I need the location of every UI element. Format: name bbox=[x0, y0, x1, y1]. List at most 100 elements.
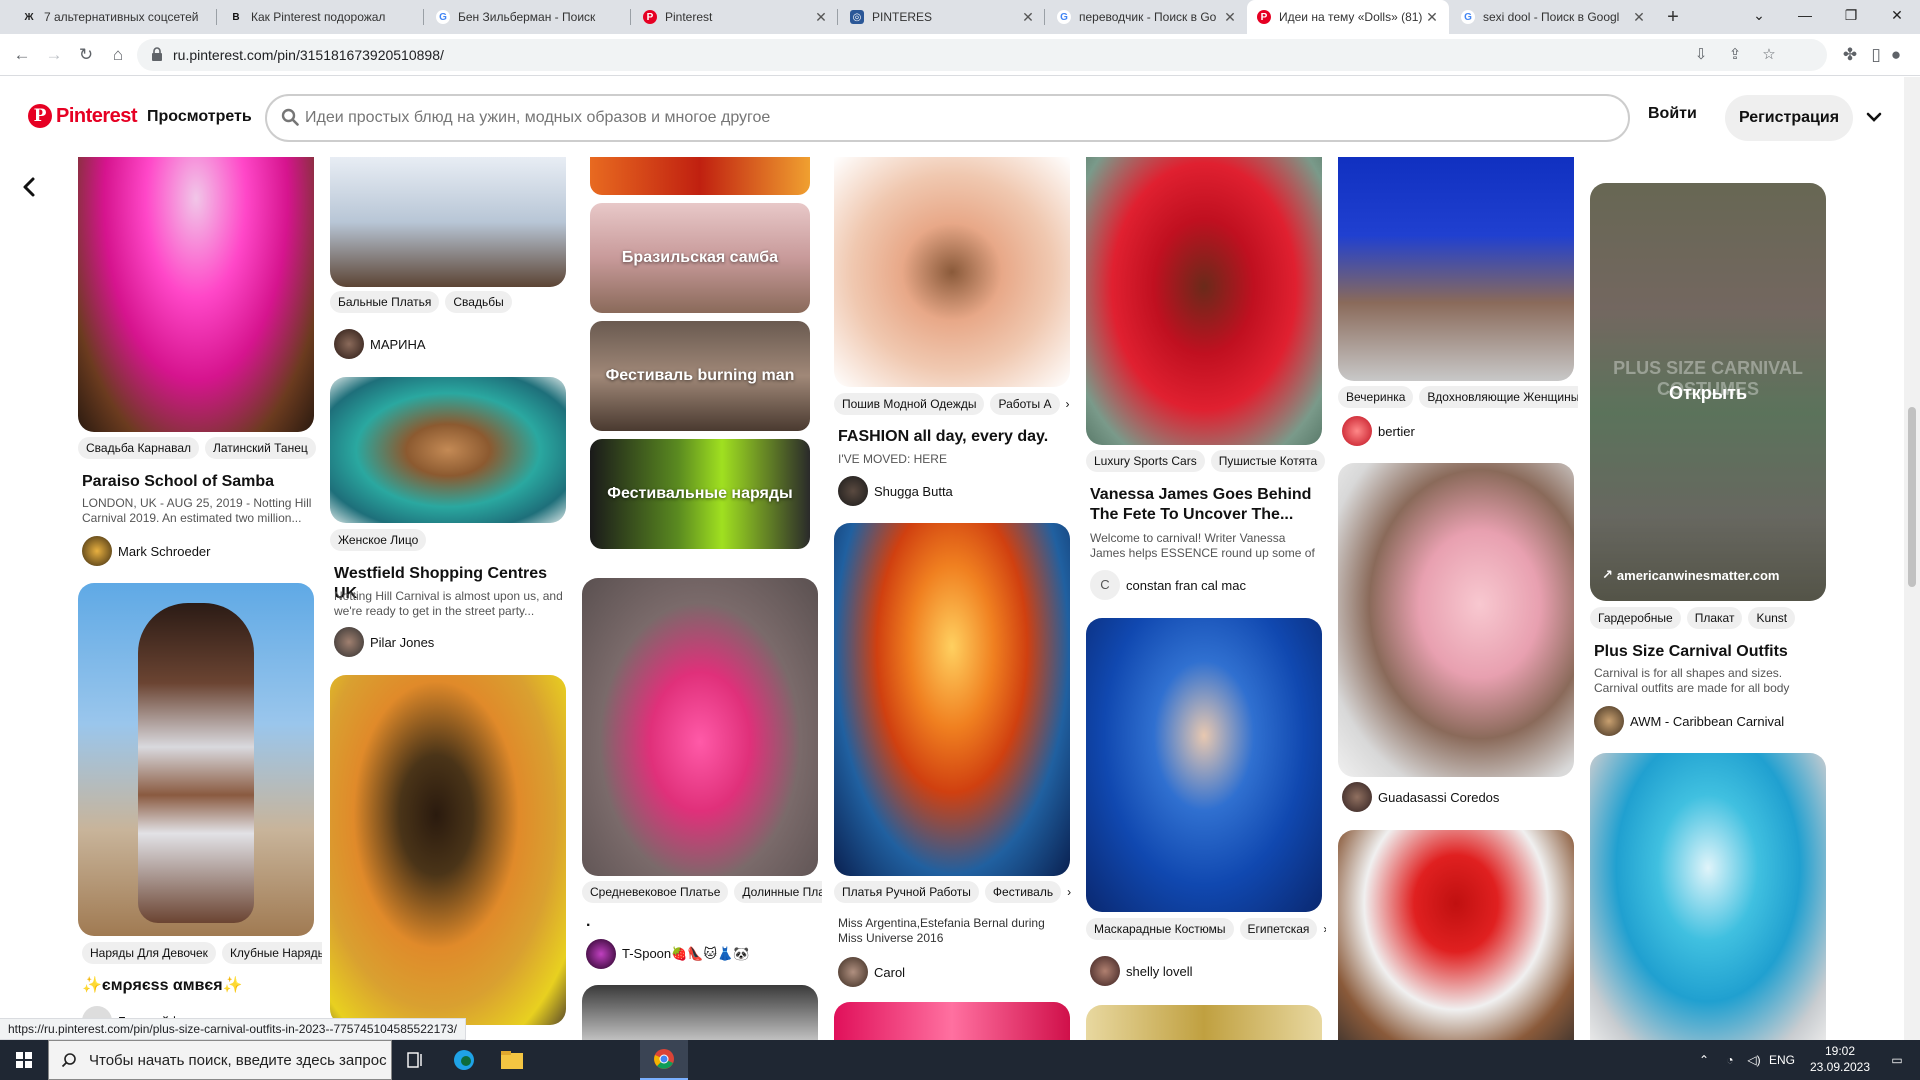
tag-chip[interactable]: Средневековое Платье bbox=[582, 881, 729, 903]
pin-title[interactable]: . bbox=[586, 912, 816, 932]
lock-icon[interactable] bbox=[151, 47, 163, 61]
pin-author[interactable]: Pilar Jones bbox=[334, 627, 434, 657]
tag-chip[interactable]: Маскарадные Костюмы bbox=[1086, 918, 1234, 940]
signup-button[interactable]: Регистрация bbox=[1725, 95, 1853, 141]
tag-chip[interactable]: Гардеробные bbox=[1590, 607, 1681, 629]
address-bar[interactable]: ru.pinterest.com/pin/315181673920510898/… bbox=[137, 39, 1827, 71]
pin-image[interactable] bbox=[1590, 753, 1826, 1040]
extensions-icon[interactable]: ✤ bbox=[1836, 41, 1864, 69]
pin-image[interactable] bbox=[582, 985, 818, 1040]
tag-scroll-icon[interactable]: › bbox=[1066, 397, 1070, 411]
search-input[interactable] bbox=[305, 105, 1605, 131]
tag-chip[interactable]: Kunst bbox=[1748, 607, 1796, 629]
pin-author[interactable]: C constan fran cal mac bbox=[1090, 570, 1246, 600]
pin-image-hovered[interactable]: PLUS SIZE CARNIVAL COSTUMES Открыть ↗ am… bbox=[1590, 183, 1826, 601]
open-pin-button[interactable]: Открыть bbox=[1590, 383, 1826, 404]
pin-author[interactable]: shelly lovell bbox=[1090, 956, 1192, 986]
browser-tab-5[interactable]: ◎ PINTERES ✕ bbox=[840, 0, 1045, 34]
pin-image[interactable] bbox=[1338, 830, 1574, 1040]
idea-image[interactable] bbox=[590, 157, 810, 195]
close-window-button[interactable]: ✕ bbox=[1874, 0, 1920, 34]
browser-tab-2[interactable]: B Как Pinterest подорожал bbox=[219, 0, 424, 34]
tag-chip[interactable]: Вдохновляющие Женщины bbox=[1419, 386, 1578, 408]
tag-scroll-icon[interactable]: › bbox=[1067, 885, 1071, 899]
tag-chip[interactable]: Плакат bbox=[1686, 607, 1743, 629]
pin-author[interactable]: Guadasassi Coredos bbox=[1342, 782, 1499, 812]
network-icon[interactable]: ◔ bbox=[1718, 1040, 1742, 1080]
pin-image[interactable] bbox=[78, 583, 314, 936]
pin-image[interactable] bbox=[330, 157, 566, 287]
share-icon[interactable]: ⇪ bbox=[1725, 45, 1745, 65]
pin-title[interactable]: FASHION all day, every day. bbox=[838, 427, 1068, 447]
bookmark-star-icon[interactable]: ☆ bbox=[1759, 45, 1779, 65]
tab-search-icon[interactable]: ⌄ bbox=[1736, 0, 1782, 34]
tab-close-icon[interactable]: ✕ bbox=[1423, 9, 1441, 26]
pin-title[interactable]: Plus Size Carnival Outfits bbox=[1594, 642, 1824, 662]
tag-chip[interactable]: Фестиваль bbox=[984, 881, 1062, 903]
tag-chip[interactable]: Свадьба Карнавал bbox=[78, 437, 199, 459]
tab-close-icon[interactable]: ✕ bbox=[1630, 9, 1648, 26]
taskbar-clock[interactable]: 19:02 23.09.2023 bbox=[1800, 1043, 1880, 1075]
pin-image[interactable] bbox=[1338, 463, 1574, 777]
browser-tab-4[interactable]: P Pinterest ✕ bbox=[633, 0, 838, 34]
search-box[interactable] bbox=[265, 94, 1630, 142]
tag-chip[interactable]: Пошив Модной Одежды bbox=[834, 393, 985, 415]
pin-image[interactable] bbox=[1086, 1005, 1322, 1040]
tag-chip[interactable]: Латинский Танец bbox=[205, 437, 316, 459]
tag-chip[interactable]: Luxury Sports Cars bbox=[1086, 450, 1205, 472]
language-indicator[interactable]: ENG bbox=[1766, 1040, 1798, 1080]
pin-author[interactable]: Carol bbox=[838, 957, 905, 987]
pin-image[interactable] bbox=[834, 1002, 1070, 1040]
tag-chip[interactable]: Пушистые Котята bbox=[1210, 450, 1326, 472]
tag-scroll-icon[interactable]: › bbox=[1323, 922, 1326, 936]
browser-tab-6[interactable]: G переводчик - Поиск в Go ✕ bbox=[1047, 0, 1247, 34]
browser-tab-1[interactable]: Ж 7 альтернативных соцсетей bbox=[12, 0, 217, 34]
browser-tab-3[interactable]: G Бен Зильберман - Поиск bbox=[426, 0, 631, 34]
tag-chip[interactable]: Вечеринка bbox=[1338, 386, 1414, 408]
file-explorer-icon[interactable] bbox=[488, 1040, 536, 1080]
back-icon[interactable]: ← bbox=[8, 41, 36, 69]
pin-author[interactable]: T-Spoon🍓👠🐱👗🐼 bbox=[586, 939, 749, 969]
idea-card-festival-outfits[interactable]: Фестивальные наряды bbox=[590, 439, 810, 549]
tag-chip[interactable]: Египетская bbox=[1239, 918, 1318, 940]
pin-image[interactable] bbox=[330, 675, 566, 1025]
pin-title[interactable]: Paraiso School of Samba bbox=[82, 472, 312, 492]
profile-icon[interactable]: ● bbox=[1886, 41, 1906, 69]
pin-author[interactable]: Shugga Butta bbox=[838, 476, 953, 506]
windows-start-icon[interactable] bbox=[0, 1040, 48, 1080]
notifications-icon[interactable]: ▭ bbox=[1882, 1040, 1912, 1080]
pin-image[interactable] bbox=[330, 377, 566, 523]
volume-icon[interactable]: ◁) bbox=[1742, 1040, 1766, 1080]
idea-card-burning-man[interactable]: Фестиваль burning man bbox=[590, 321, 810, 431]
restore-button[interactable]: ❐ bbox=[1828, 0, 1874, 34]
page-scrollbar[interactable] bbox=[1904, 77, 1920, 1040]
tag-chip[interactable]: Долинные Платья bbox=[734, 881, 822, 903]
reload-icon[interactable]: ↻ bbox=[72, 41, 100, 69]
source-link[interactable]: ↗ americanwinesmatter.com bbox=[1602, 567, 1779, 583]
browser-tab-8[interactable]: G sexi dool - Поиск в Googl ✕ bbox=[1451, 0, 1656, 34]
tag-chip[interactable]: Платья Ручной Работы bbox=[834, 881, 979, 903]
pin-title[interactable]: Vanessa James Goes Behind The Fete To Un… bbox=[1090, 485, 1320, 525]
pin-image[interactable] bbox=[834, 157, 1070, 387]
tag-chip[interactable]: Свадьбы bbox=[445, 291, 512, 313]
tag-chip[interactable]: Женское Лицо bbox=[330, 529, 427, 551]
tag-chip[interactable]: Бальные Платья bbox=[330, 291, 440, 313]
browser-tab-active[interactable]: P Идеи на тему «Dolls» (81) ✕ bbox=[1247, 0, 1449, 34]
tray-chevron-icon[interactable]: ⌃ bbox=[1692, 1040, 1716, 1080]
pin-image[interactable] bbox=[582, 578, 818, 876]
forward-icon[interactable]: → bbox=[40, 41, 68, 69]
pin-image[interactable] bbox=[834, 523, 1070, 876]
taskbar-search-box[interactable]: Чтобы начать поиск, введите здесь запрос bbox=[48, 1040, 392, 1080]
pin-image[interactable] bbox=[1338, 157, 1574, 381]
login-button[interactable]: Войти bbox=[1648, 105, 1697, 123]
tag-chip[interactable]: Работы А bbox=[990, 393, 1060, 415]
tag-chip[interactable]: Наряды Для Девочек bbox=[82, 942, 216, 964]
browse-link[interactable]: Просмотреть bbox=[147, 108, 252, 126]
pin-title[interactable]: ✨ємρяєѕѕ αмвєя✨ bbox=[82, 976, 312, 996]
pinterest-logo[interactable]: P Pinterest bbox=[28, 104, 138, 128]
tab-close-icon[interactable]: ✕ bbox=[1019, 9, 1037, 26]
tab-close-icon[interactable]: ✕ bbox=[812, 9, 830, 26]
pin-image[interactable] bbox=[1086, 157, 1322, 445]
chevron-down-icon[interactable] bbox=[1862, 105, 1886, 129]
pin-image[interactable] bbox=[78, 157, 314, 432]
